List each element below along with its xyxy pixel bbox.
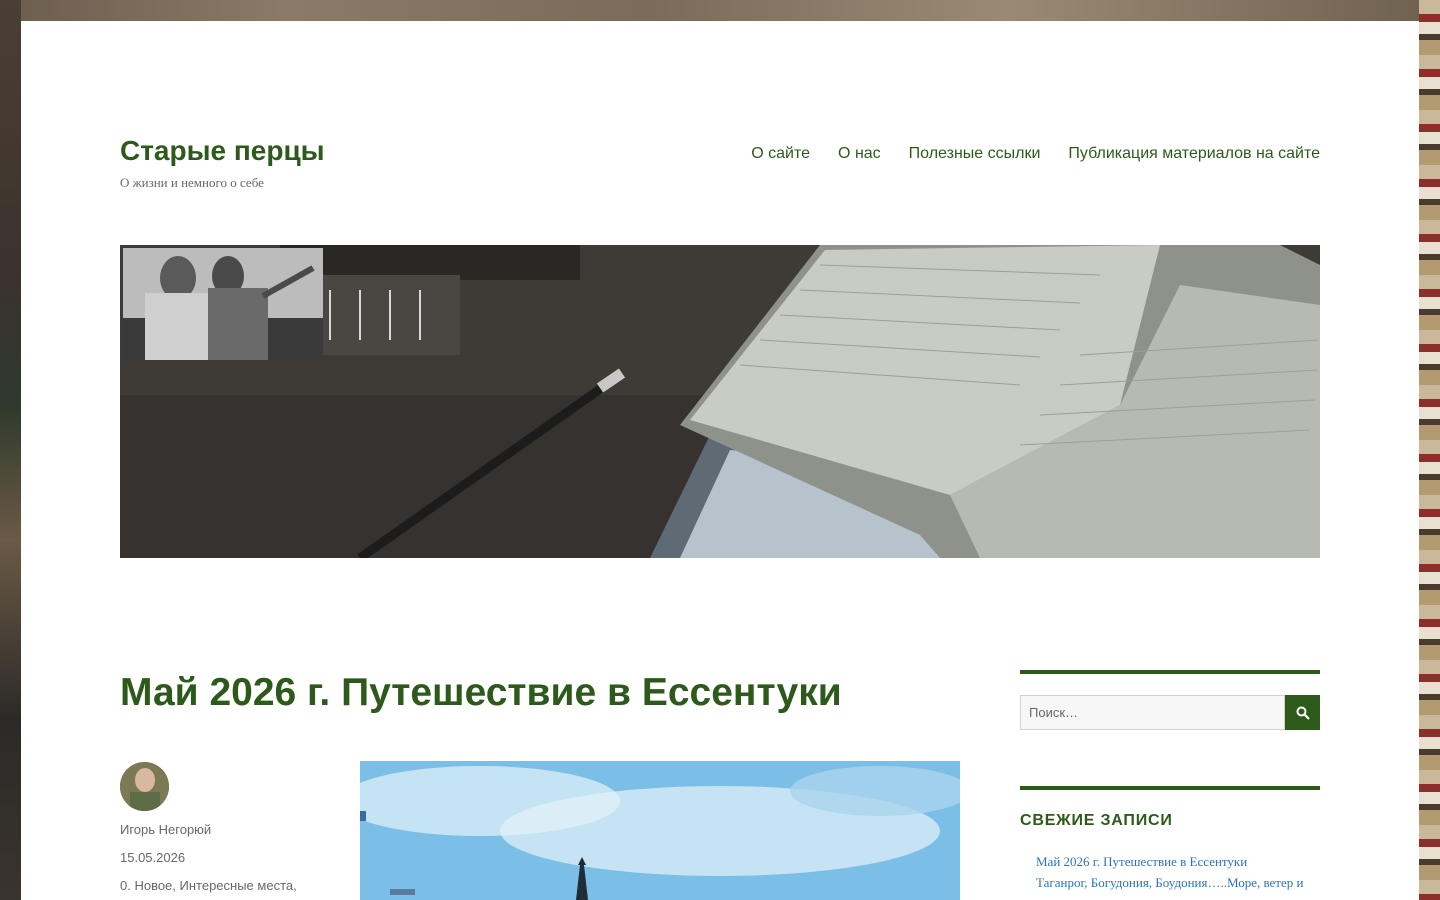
background-bookshelf-right (1419, 0, 1440, 900)
post-date[interactable]: 15.05.2026 (120, 850, 185, 865)
post-author-link[interactable]: Игорь Негорюй (120, 822, 211, 837)
post-categories-link[interactable]: 0. Новое, Интересные места, (120, 878, 297, 893)
page-container: Старые перцы О жизни и немного о себе О … (21, 21, 1419, 900)
sky-monument-photo (360, 761, 960, 900)
avatar-icon (120, 762, 169, 811)
post-author[interactable]: Игорь Негорюй (120, 822, 211, 837)
search-widget-rule (1020, 670, 1320, 674)
list-item: Таганрог, Богудония, Боудония…..Море, ве… (1036, 875, 1320, 891)
post-title: Май 2026 г. Путешествие в Ессентуки (120, 671, 842, 714)
nav-item-useful-links[interactable]: Полезные ссылки (909, 145, 1041, 163)
post-featured-image[interactable] (360, 761, 960, 900)
nav-item-about-us[interactable]: О нас (838, 145, 881, 163)
recent-posts-list: Май 2026 г. Путешествие в Ессентуки Тага… (1020, 854, 1320, 896)
site-title[interactable]: Старые перцы (120, 135, 325, 167)
main-navigation: О сайте О нас Полезные ссылки Публикация… (751, 145, 1320, 163)
background-bookshelf-left (0, 0, 21, 900)
search-input[interactable] (1020, 695, 1285, 730)
list-item: Май 2026 г. Путешествие в Ессентуки (1036, 854, 1320, 870)
header-inset-photo (123, 248, 323, 360)
nav-item-about-site[interactable]: О сайте (751, 145, 810, 163)
author-avatar[interactable] (120, 762, 169, 811)
background-texture-top (0, 0, 1440, 21)
search-icon (1296, 706, 1310, 720)
post-categories[interactable]: 0. Новое, Интересные места, (120, 878, 297, 893)
nav-item-publication[interactable]: Публикация материалов на сайте (1068, 145, 1320, 163)
header-image[interactable] (120, 245, 1320, 558)
site-description: О жизни и немного о себе (120, 175, 264, 190)
recent-post-link[interactable]: Май 2026 г. Путешествие в Ессентуки (1036, 854, 1247, 869)
two-warriors-photo-icon (123, 248, 323, 360)
post-date-link[interactable]: 15.05.2026 (120, 850, 185, 865)
recent-posts-title: СВЕЖИЕ ЗАПИСИ (1020, 812, 1173, 829)
recent-posts-widget-rule (1020, 786, 1320, 790)
search-button[interactable] (1285, 695, 1320, 730)
recent-post-link[interactable]: Таганрог, Богудония, Боудония…..Море, ве… (1036, 875, 1303, 890)
